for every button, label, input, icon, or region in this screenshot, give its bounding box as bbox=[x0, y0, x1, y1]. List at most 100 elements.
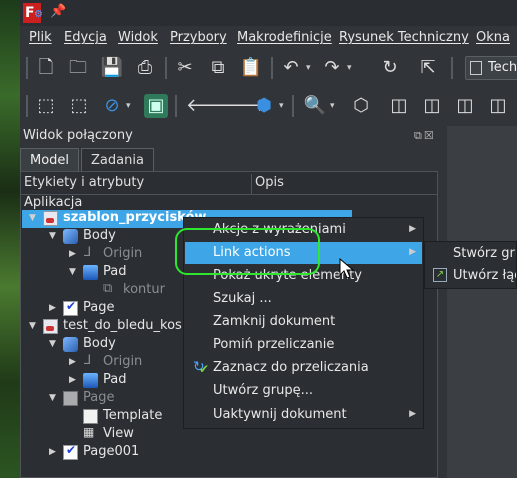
expand-arrow-right-icon[interactable]: ▶ bbox=[49, 447, 56, 457]
tree-item-label: test_do_bledu_kosm bbox=[63, 318, 195, 333]
highlight-ring-annotation bbox=[175, 228, 320, 275]
expand-arrow-down-icon[interactable]: ▼ bbox=[49, 231, 56, 241]
paste-icon[interactable]: 📋 bbox=[239, 56, 263, 80]
submenu-item-label: Utwórz łącze bbox=[453, 268, 516, 283]
context-menu-item-label: Zaznacz do przeliczania bbox=[213, 360, 369, 375]
submenu-arrow-icon: ▶ bbox=[409, 247, 416, 257]
tree-item-label: Origin bbox=[103, 246, 143, 261]
toolbar-handle[interactable] bbox=[26, 95, 28, 117]
cut-icon[interactable]: ✂ bbox=[173, 56, 197, 80]
workbench-label: Techn bbox=[488, 60, 517, 75]
submenu-item[interactable]: Stwórz grupę bbox=[425, 243, 516, 265]
print-icon[interactable]: ⎙ bbox=[133, 56, 157, 80]
column-header-labels[interactable]: Etykiety i atrybuty bbox=[24, 175, 144, 193]
expand-arrow-right-icon[interactable]: ▶ bbox=[69, 375, 76, 385]
desktop-background bbox=[0, 0, 20, 478]
save-icon[interactable]: 💾 bbox=[100, 56, 124, 80]
fit-selection-icon[interactable]: ⬚ bbox=[67, 94, 91, 118]
new-file-icon[interactable]: 🗋 bbox=[34, 56, 58, 80]
rear-view-icon[interactable]: ◫ bbox=[486, 94, 510, 118]
submenu-item-label: Stwórz grupę bbox=[453, 246, 516, 261]
header-divider bbox=[21, 194, 437, 195]
view-icon: ▦ bbox=[83, 425, 95, 439]
submenu-arrow-icon: ▶ bbox=[409, 409, 416, 419]
tree-item-label: Page bbox=[83, 300, 115, 315]
document-icon bbox=[43, 319, 58, 334]
expand-arrow-right-icon[interactable]: ▶ bbox=[69, 249, 76, 259]
body-icon bbox=[63, 337, 78, 352]
whats-this-icon[interactable]: ⇱ bbox=[416, 56, 440, 80]
column-header-description[interactable]: Opis bbox=[255, 175, 284, 193]
tree-row[interactable]: ▶ Page001 bbox=[21, 443, 437, 462]
column-divider[interactable] bbox=[251, 174, 252, 194]
copy-icon[interactable]: ⧉ bbox=[206, 56, 230, 80]
page-blank-icon bbox=[63, 391, 78, 406]
isometric-view-icon[interactable]: ⬡ bbox=[349, 94, 373, 118]
menu-okna[interactable]: Okna bbox=[476, 30, 510, 45]
back-arrow-icon[interactable]: 🡐 bbox=[186, 94, 234, 118]
context-menu-item[interactable]: Utwórz grupę... bbox=[185, 380, 422, 402]
open-folder-icon[interactable]: 🗀 bbox=[66, 56, 90, 80]
toolbar-separator bbox=[292, 95, 294, 117]
panel-float-close-buttons[interactable]: ⧉☒ bbox=[414, 129, 436, 143]
fit-all-icon[interactable]: ⬚ bbox=[34, 94, 58, 118]
top-view-icon[interactable]: ◫ bbox=[420, 94, 444, 118]
tree-item-label: Body bbox=[83, 228, 116, 243]
toolbar-handle[interactable] bbox=[26, 57, 28, 79]
forward-arrow-icon[interactable]: 🡒 bbox=[219, 94, 267, 118]
redo-icon[interactable]: ↷ bbox=[320, 56, 344, 80]
zoom-dropdown-icon[interactable]: ▾ bbox=[330, 94, 340, 118]
undo-dropdown-icon[interactable]: ▾ bbox=[306, 56, 316, 80]
expand-arrow-right-icon[interactable]: ▶ bbox=[49, 303, 56, 313]
expand-arrow-down-icon[interactable]: ▼ bbox=[29, 213, 36, 223]
link-icon: ↗ bbox=[433, 268, 447, 282]
origin-icon: ⅃ bbox=[84, 245, 92, 260]
template-icon bbox=[83, 409, 98, 424]
sync-view-icon[interactable]: ⬢ bbox=[252, 94, 276, 118]
expand-arrow-right-icon[interactable]: ▶ bbox=[69, 357, 76, 367]
draw-style-icon[interactable]: ⊘ bbox=[100, 94, 124, 118]
toolbar-separator bbox=[451, 57, 453, 79]
menu-rysunek-techniczny[interactable]: Rysunek Techniczny bbox=[339, 30, 469, 45]
link-actions-submenu: Stwórz grupę ↗ Utwórz łącze bbox=[424, 241, 517, 289]
workbench-selector[interactable]: Techn bbox=[465, 56, 517, 80]
context-menu-item[interactable]: Szukaj ... bbox=[185, 288, 422, 310]
context-menu-item-label: Szukaj ... bbox=[213, 291, 272, 306]
tab-model[interactable]: Model bbox=[20, 148, 80, 171]
expand-arrow-down-icon[interactable]: ▼ bbox=[69, 267, 76, 277]
sync-view-dropdown-icon[interactable]: ▾ bbox=[279, 94, 289, 118]
menu-przybory[interactable]: Przybory bbox=[170, 30, 227, 45]
pad-icon bbox=[83, 373, 98, 388]
sketch-icon: ⧉ bbox=[103, 281, 113, 296]
tree-item-label: Pad bbox=[103, 372, 127, 387]
menu-edycja[interactable]: Edycja bbox=[64, 30, 107, 45]
context-menu-item[interactable]: Uaktywnij dokument ▶ bbox=[185, 404, 422, 426]
menu-bar: Plik Edycja Widok Przybory Makrodefinicj… bbox=[20, 27, 517, 49]
undo-icon[interactable]: ↶ bbox=[279, 56, 303, 80]
pin-icon[interactable]: 📌 bbox=[50, 4, 66, 20]
menu-plik[interactable]: Plik bbox=[29, 30, 52, 45]
toolbar-separator bbox=[271, 57, 273, 79]
refresh-icon[interactable]: ↻ bbox=[378, 56, 402, 80]
expand-arrow-down-icon[interactable]: ▼ bbox=[49, 393, 56, 403]
redo-dropdown-icon[interactable]: ▾ bbox=[347, 56, 357, 80]
document-icon bbox=[43, 211, 58, 226]
bounding-box-icon[interactable]: ▣ bbox=[144, 94, 168, 118]
submenu-arrow-icon: ▶ bbox=[409, 224, 416, 234]
menu-makrodefinicje[interactable]: Makrodefinicje bbox=[237, 30, 332, 45]
context-menu-item[interactable]: Pomiń przeliczanie bbox=[185, 334, 422, 356]
expand-arrow-down-icon[interactable]: ▼ bbox=[29, 321, 36, 331]
tab-tasks[interactable]: Zadania bbox=[81, 148, 154, 171]
3d-view-area[interactable] bbox=[447, 126, 517, 478]
right-view-icon[interactable]: ◫ bbox=[453, 94, 477, 118]
context-menu-item[interactable]: ↻ ✔ Zaznacz do przeliczania bbox=[185, 357, 422, 379]
expand-arrow-down-icon[interactable]: ▼ bbox=[49, 339, 56, 349]
context-menu-item[interactable]: Zamknij dokument bbox=[185, 311, 422, 333]
menu-widok[interactable]: Widok bbox=[118, 30, 158, 45]
submenu-item[interactable]: ↗ Utwórz łącze bbox=[425, 265, 516, 287]
file-toolbar: 🗋 🗀 💾 ⎙ ✂ ⧉ 📋 ↶ ▾ ↷ ▾ ↻ ⇱ Techn bbox=[20, 51, 517, 85]
draw-style-dropdown-icon[interactable]: ▾ bbox=[126, 94, 136, 118]
front-view-icon[interactable]: ◫ bbox=[387, 94, 411, 118]
zoom-icon[interactable]: 🔍 bbox=[303, 94, 327, 118]
panel-title: Widok połączony bbox=[23, 128, 133, 143]
